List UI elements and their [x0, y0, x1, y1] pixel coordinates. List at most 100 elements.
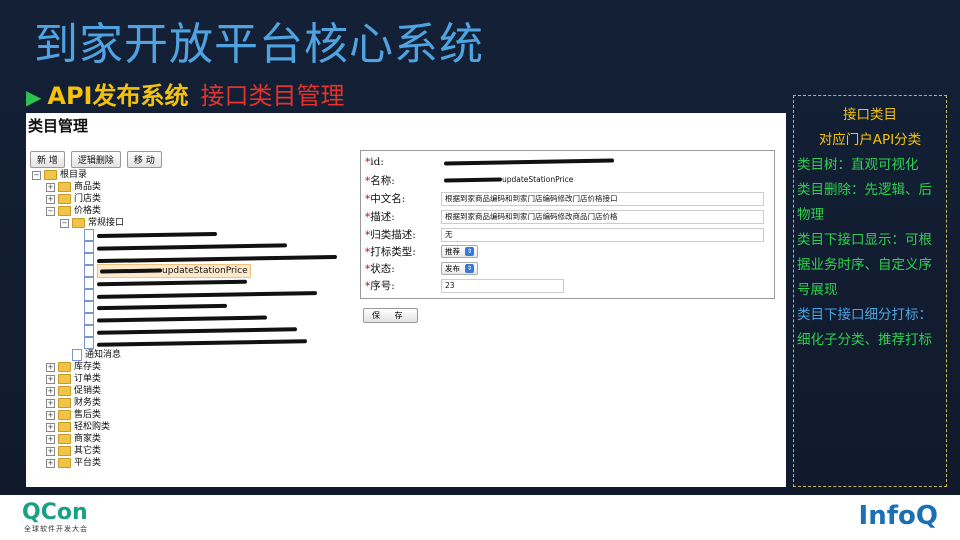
save-button[interactable]: 保 存 — [363, 308, 418, 323]
note-line: 物理 — [797, 207, 824, 223]
folder-icon — [58, 386, 71, 396]
redacted-text — [96, 243, 288, 251]
expand-icon[interactable]: + — [46, 446, 55, 456]
expand-icon[interactable]: + — [46, 374, 55, 384]
tree-node[interactable]: − 常规接口 — [60, 217, 124, 229]
form-row-tag-type: *打标类型: — [365, 245, 416, 258]
folder-icon — [58, 362, 71, 372]
qcon-tagline: 全球软件开发大会 — [24, 525, 88, 533]
category-management-screenshot: 类目管理 新 增 逻辑删除 移 动 − 根目录 + 商品类 + 门店类 − 价格类 − 常… — [26, 113, 786, 487]
note-line: 号展现 — [797, 282, 838, 298]
slide-background: 到家开放平台核心系统 ▶ API发布系统 接口类目管理 类目管理 新 增 逻辑删除 … — [0, 0, 960, 495]
tree-node[interactable]: + 售后类 — [46, 409, 101, 421]
tree-node[interactable]: + 平台类 — [46, 457, 101, 469]
expand-icon[interactable]: + — [46, 410, 55, 420]
tree-leaf-selected[interactable]: updateStationPrice — [84, 264, 251, 278]
document-icon — [84, 277, 94, 289]
order-field[interactable]: 23 — [441, 279, 564, 293]
category-description-field[interactable]: 无 — [441, 228, 764, 242]
expand-icon[interactable]: + — [46, 194, 55, 204]
logical-delete-button[interactable]: 逻辑删除 — [70, 151, 121, 168]
tree-leaf[interactable] — [84, 277, 248, 289]
expand-icon[interactable]: + — [46, 458, 55, 468]
folder-icon — [58, 206, 71, 216]
document-icon — [84, 301, 94, 313]
tree-node-root[interactable]: − 根目录 — [32, 169, 87, 181]
name-field[interactable]: updateStationPrice — [441, 174, 584, 186]
note-line: 类目删除：先逻辑、后 — [797, 182, 932, 198]
collapse-icon[interactable]: − — [46, 206, 55, 216]
tree-node[interactable]: + 促销类 — [46, 385, 101, 397]
redacted-text — [96, 339, 308, 347]
move-button[interactable]: 移 动 — [126, 151, 162, 168]
tag-type-select[interactable]: 推荐 ⇕ — [441, 245, 478, 258]
document-icon — [84, 241, 94, 253]
folder-icon — [58, 194, 71, 204]
qcon-logo: QCon — [22, 500, 88, 525]
expand-icon[interactable]: + — [46, 434, 55, 444]
note-line: 对应门户API分类 — [818, 132, 922, 148]
document-icon — [84, 229, 94, 241]
footer: QCon 全球软件开发大会 InfoQ — [0, 495, 960, 540]
tree-node[interactable]: + 财务类 — [46, 397, 101, 409]
tree-leaf[interactable] — [84, 301, 228, 313]
document-icon — [72, 349, 82, 361]
redacted-text — [96, 279, 248, 287]
expand-icon[interactable]: + — [46, 398, 55, 408]
tree-node[interactable]: + 商品类 — [46, 181, 101, 193]
cn-name-field[interactable]: 根据到家商品编码和到家门店编码修改门店价格接口 — [441, 192, 764, 206]
form-row-status: *状态: — [365, 262, 395, 275]
tree-leaf[interactable] — [84, 289, 318, 301]
tree-leaf[interactable] — [84, 325, 298, 337]
status-select[interactable]: 发布 ⇕ — [441, 262, 478, 275]
document-icon — [84, 325, 94, 337]
note-line: 类目树：直观可视化 — [797, 157, 919, 173]
note-line: 类目下接口细分打标： — [797, 307, 932, 323]
slide-subtitle: ▶ API发布系统 接口类目管理 — [26, 76, 344, 111]
redacted-text — [96, 327, 298, 335]
note-line: 细化子分类、推荐打标 — [797, 332, 932, 348]
document-icon — [84, 313, 94, 325]
infoq-logo: InfoQ — [858, 501, 938, 531]
id-field[interactable] — [441, 156, 615, 168]
expand-icon[interactable]: + — [46, 182, 55, 192]
tree-node[interactable]: − 价格类 — [46, 205, 101, 217]
tree-leaf[interactable] — [84, 337, 308, 349]
expand-icon[interactable]: + — [46, 362, 55, 372]
tree-node[interactable]: + 订单类 — [46, 373, 101, 385]
tree-node[interactable]: + 商家类 — [46, 433, 101, 445]
folder-icon — [58, 374, 71, 384]
form-row-id: *id: — [365, 156, 384, 168]
select-arrows-icon: ⇕ — [465, 247, 474, 256]
form-row-order: *序号: — [365, 279, 395, 292]
tree-leaf[interactable] — [84, 241, 288, 253]
play-arrow-icon: ▶ — [26, 85, 42, 109]
expand-icon[interactable]: + — [46, 422, 55, 432]
folder-icon — [72, 218, 85, 228]
tree-leaf[interactable] — [84, 229, 218, 241]
document-icon — [84, 253, 94, 265]
slide-title: 到家开放平台核心系统 — [34, 19, 484, 70]
redacted-text — [96, 231, 218, 239]
folder-icon — [44, 170, 57, 180]
tree-leaf[interactable]: 通知消息 — [72, 349, 121, 361]
collapse-icon[interactable]: − — [32, 170, 41, 180]
document-icon — [84, 265, 94, 277]
form-row-cn-name: *中文名: — [365, 192, 406, 205]
redacted-text — [96, 315, 268, 323]
tree-node[interactable]: + 其它类 — [46, 445, 101, 457]
document-icon — [84, 337, 94, 349]
description-field[interactable]: 根据到家商品编码和到家门店编码修改商品门店价格 — [441, 210, 764, 224]
expand-icon[interactable]: + — [46, 386, 55, 396]
tree-node[interactable]: + 库存类 — [46, 361, 101, 373]
form-row-category-desc: *归类描述: — [365, 228, 416, 241]
tree-leaf[interactable] — [84, 313, 268, 325]
document-icon — [84, 289, 94, 301]
collapse-icon[interactable]: − — [60, 218, 69, 228]
selected-method[interactable]: updateStationPrice — [97, 264, 251, 278]
folder-icon — [58, 398, 71, 408]
add-button[interactable]: 新 增 — [30, 151, 65, 168]
tree-node[interactable]: + 轻松购类 — [46, 421, 110, 433]
redacted-text — [96, 291, 318, 299]
tree-node[interactable]: + 门店类 — [46, 193, 101, 205]
